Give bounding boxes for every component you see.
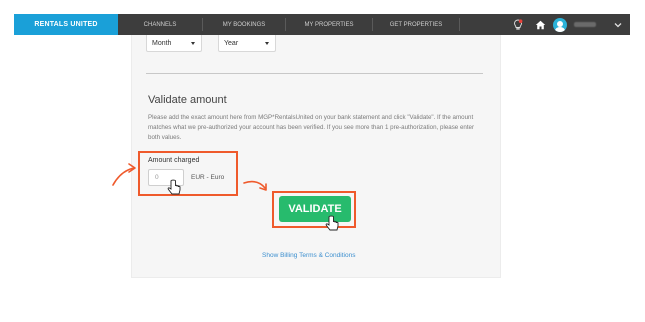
- nav-get-properties[interactable]: GET PROPERTIES: [373, 14, 459, 35]
- billing-terms-link[interactable]: Show Billing Terms & Conditions: [262, 252, 355, 259]
- chevron-down-icon[interactable]: [610, 14, 626, 35]
- page: RENTALS UNITED CHANNELS MY BOOKINGS MY P…: [0, 0, 645, 322]
- nav-separator: [459, 18, 460, 31]
- amount-input[interactable]: 0: [148, 169, 184, 186]
- nav-channels[interactable]: CHANNELS: [118, 14, 202, 35]
- amount-charged-label: Amount charged: [148, 157, 200, 164]
- username-blurred: [574, 22, 596, 27]
- avatar[interactable]: [552, 14, 568, 35]
- validate-button[interactable]: VALIDATE: [279, 196, 351, 222]
- divider: [146, 73, 483, 74]
- caret-down-icon: [191, 42, 195, 45]
- year-select[interactable]: Year: [218, 35, 276, 52]
- nav-right-group: [510, 14, 630, 35]
- lightbulb-icon[interactable]: [510, 14, 526, 35]
- top-navbar: RENTALS UNITED CHANNELS MY BOOKINGS MY P…: [14, 14, 630, 35]
- section-description: Please add the exact amount here from MG…: [148, 114, 475, 141]
- nav-my-bookings[interactable]: MY BOOKINGS: [203, 14, 285, 35]
- month-select-value: Month: [152, 39, 172, 47]
- user-icon: [553, 17, 567, 32]
- nav-my-properties[interactable]: MY PROPERTIES: [286, 14, 372, 35]
- year-select-value: Year: [224, 39, 239, 47]
- home-icon[interactable]: [532, 14, 548, 35]
- currency-label: EUR - Euro: [191, 174, 225, 181]
- caret-down-icon: [265, 42, 269, 45]
- brand-logo[interactable]: RENTALS UNITED: [14, 14, 118, 35]
- month-select[interactable]: Month: [146, 35, 202, 52]
- section-title: Validate amount: [148, 94, 227, 106]
